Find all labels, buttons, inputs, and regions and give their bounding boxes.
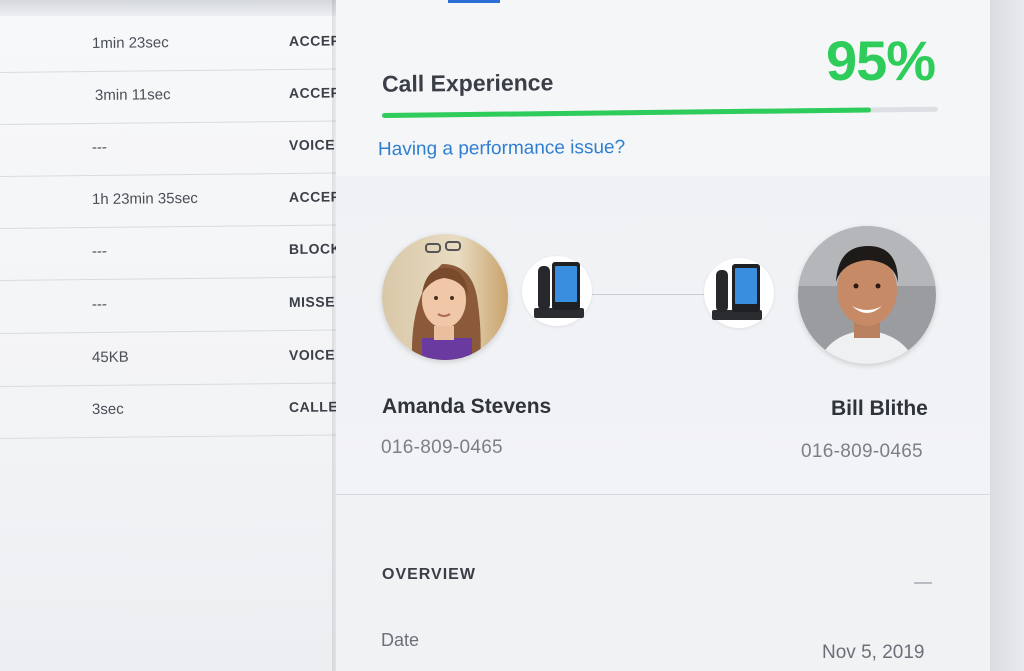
call-status: ACCEP (288, 84, 336, 101)
call-duration: 1min 23sec (91, 34, 169, 53)
table-row[interactable]: --- VOICE (0, 120, 336, 177)
call-quality-score: 95% (826, 29, 936, 92)
caller-name: Amanda Stevens (382, 395, 552, 418)
call-duration: 3sec (91, 400, 124, 419)
overview-title: OVERVIEW (382, 566, 476, 583)
call-status: BLOCK (288, 240, 336, 257)
panel-edge (990, 0, 1024, 671)
callee-name: Bill Blithe (831, 397, 928, 420)
active-tab-indicator (448, 0, 500, 3)
callee-photo (798, 226, 936, 364)
desk-phone-icon (534, 262, 584, 318)
date-label: Date (381, 630, 420, 650)
call-duration: --- (91, 295, 108, 314)
table-row[interactable]: --- MISSE (0, 277, 336, 334)
call-status: ACCEP (288, 188, 336, 205)
callee-device (704, 258, 774, 328)
table-row[interactable]: 1min 23sec ACCEP (0, 16, 336, 73)
call-duration: --- (91, 242, 108, 261)
table-row[interactable]: 3sec CALLE (0, 382, 336, 439)
table-row[interactable]: --- BLOCK (0, 224, 336, 281)
caller-number: 016-809-0465 (381, 437, 503, 458)
table-row[interactable]: 3min 11sec ACCEP (0, 68, 336, 125)
call-log-list: 1min 23sec ACCEP 3min 11sec ACCEP --- VO… (0, 0, 336, 671)
call-status: ACCEP (288, 32, 336, 49)
desk-phone-icon (712, 264, 762, 320)
section-title: Call Experience (381, 69, 554, 97)
call-duration: 1h 23min 35sec (91, 189, 198, 209)
call-connection-line (590, 294, 706, 295)
call-status: MISSE (288, 293, 336, 310)
caller-device (522, 256, 592, 326)
call-log-header-strip (0, 0, 336, 16)
caller-photo (382, 234, 508, 360)
call-duration: 45KB (91, 348, 129, 367)
call-status: CALLE (288, 398, 336, 415)
table-row[interactable]: 1h 23min 35sec ACCEP (0, 172, 336, 229)
date-value: Nov 5, 2019 (822, 642, 925, 663)
call-duration: 3min 11sec (94, 86, 171, 105)
call-status: VOICE (288, 136, 336, 153)
callee-number: 016-809-0465 (801, 441, 923, 462)
callee-avatar (798, 226, 936, 364)
table-row[interactable]: 45KB VOICE (0, 330, 336, 387)
call-status: VOICE (288, 346, 336, 363)
caller-avatar (382, 234, 508, 360)
collapse-icon[interactable] (914, 582, 932, 584)
performance-issue-link[interactable]: Having a performance issue? (378, 137, 625, 161)
call-duration: --- (91, 138, 108, 157)
